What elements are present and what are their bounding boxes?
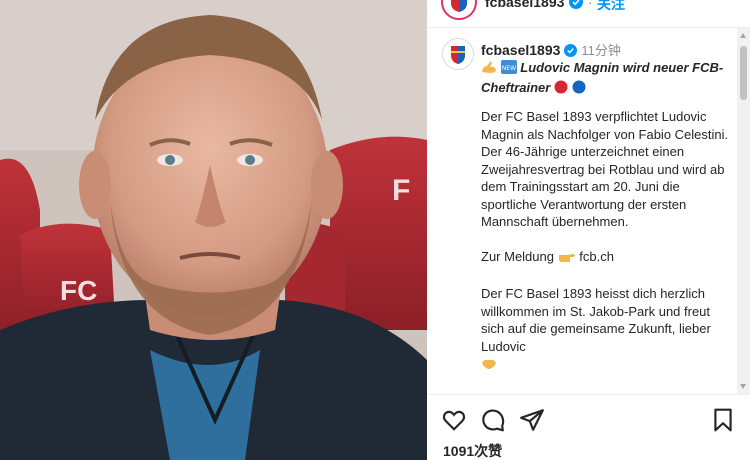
follow-button[interactable]: 关注 xyxy=(597,0,625,14)
caption-scrollbar[interactable] xyxy=(737,28,750,394)
caption-title: NEW Ludovic Magnin wird neuer FCB-Cheftr… xyxy=(481,59,731,99)
header-username[interactable]: fcbasel1893 xyxy=(485,0,564,10)
profile-avatar-small[interactable] xyxy=(441,0,477,20)
caption-body: Der FC Basel 1893 verpflichtet Ludovic M… xyxy=(481,108,731,392)
share-icon[interactable] xyxy=(519,407,545,433)
verified-icon xyxy=(564,44,578,60)
scroll-thumb[interactable] xyxy=(740,46,747,100)
new-icon: NEW xyxy=(500,60,517,79)
post-actions-bar: 1091次赞 xyxy=(427,394,750,460)
bookmark-icon[interactable] xyxy=(710,407,736,433)
post-detail-pane: fcbasel1893 · 关注 fcbasel1893 11分钟 NEW Lud… xyxy=(427,0,750,460)
caption-username[interactable]: fcbasel1893 xyxy=(481,42,560,58)
caption-area: fcbasel1893 11分钟 NEW Ludovic Magnin wird … xyxy=(427,28,737,394)
blue-circle-icon xyxy=(572,80,586,99)
scroll-down-arrow[interactable] xyxy=(740,384,746,389)
caption-paragraph: Der FC Basel 1893 heisst dich herzlich w… xyxy=(481,285,731,375)
caption-header: fcbasel1893 11分钟 xyxy=(481,40,621,60)
red-circle-icon xyxy=(554,80,568,99)
pointing-right-icon xyxy=(558,250,576,268)
heart-icon[interactable] xyxy=(441,407,467,433)
separator-dot: · xyxy=(588,0,593,10)
profile-avatar[interactable] xyxy=(442,38,474,70)
svg-text:FC: FC xyxy=(60,275,97,306)
post-title: Ludovic Magnin wird neuer FCB-Cheftraine… xyxy=(481,60,724,95)
post-header: fcbasel1893 · 关注 xyxy=(427,0,750,28)
comment-icon[interactable] xyxy=(480,407,506,433)
verified-icon xyxy=(569,0,583,14)
scroll-up-arrow[interactable] xyxy=(740,33,746,38)
meldung-link[interactable]: fcb.ch xyxy=(579,249,614,264)
svg-text:NEW: NEW xyxy=(502,65,516,72)
post-photo[interactable]: FC F xyxy=(0,0,427,460)
fcb-logo-icon xyxy=(451,0,467,12)
flex-arm-icon xyxy=(481,60,497,79)
handshake-icon xyxy=(481,357,497,375)
coach-portrait-image: FC F xyxy=(0,0,427,460)
svg-text:F: F xyxy=(392,174,410,207)
caption-paragraph: Der FC Basel 1893 verpflichtet Ludovic M… xyxy=(481,109,729,229)
likes-count[interactable]: 1091次赞 xyxy=(443,441,502,460)
post-time[interactable]: 11分钟 xyxy=(581,43,621,58)
meldung-line: Zur Meldung fcb.ch xyxy=(481,248,731,268)
meldung-label: Zur Meldung xyxy=(481,249,554,264)
fcb-logo-icon xyxy=(445,41,471,67)
